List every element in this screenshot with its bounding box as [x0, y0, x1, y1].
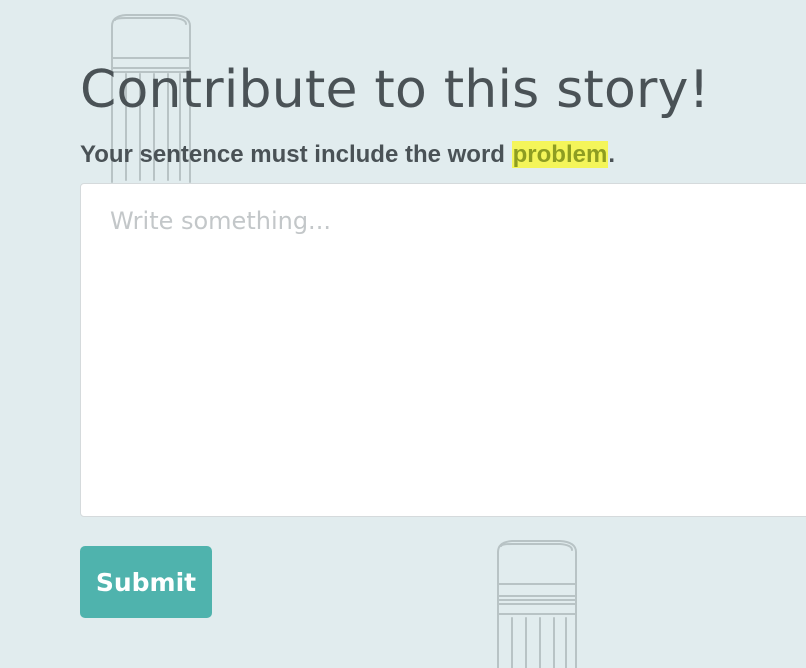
page-title: Contribute to this story! — [80, 60, 710, 120]
instruction-prefix: Your sentence must include the word — [80, 141, 512, 168]
story-contribution-form: Contribute to this story! Your sentence … — [80, 0, 806, 662]
instruction-suffix: . — [608, 141, 615, 168]
instruction-text: Your sentence must include the word prob… — [80, 140, 615, 170]
sentence-input[interactable] — [80, 183, 806, 517]
submit-button[interactable]: Submit — [80, 546, 212, 618]
required-word-highlight: problem — [511, 141, 609, 168]
